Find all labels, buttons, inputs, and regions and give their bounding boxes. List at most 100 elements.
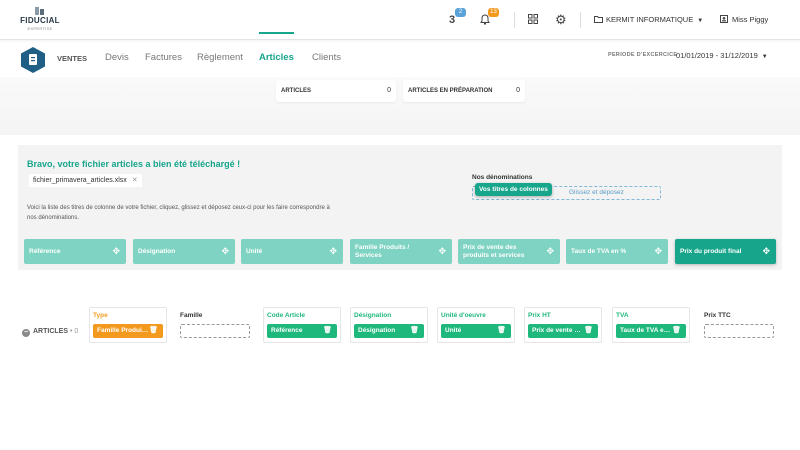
file-column-card[interactable]: Taux de TVA en % ✥ [566,239,668,264]
summary-band [0,77,800,135]
remove-file-icon[interactable]: ✕ [132,177,138,184]
mapping-column-title: Désignation [354,312,392,319]
fiducial-logo[interactable]: FIDUCIAL EXPERTISE [18,7,62,31]
gear-icon[interactable]: ⚙ [555,12,567,28]
row-count: • 0 [69,328,79,335]
row-label-text: ARTICLES [33,328,68,335]
folder-icon [594,16,603,23]
counter-label: ARTICLES EN PRÉPARATION [408,88,493,94]
upload-help-text: Voici la liste des titres de colonne de … [27,205,330,221]
file-column-card[interactable]: Désignation ✥ [133,239,235,264]
mapped-chip[interactable]: Taux de TVA en % 🗑 [616,324,686,338]
file-column-label: Désignation [138,247,176,255]
company-selector[interactable]: KERMIT INFORMATIQUE ▼ [594,15,703,24]
counter-value: 0 [516,87,520,94]
user-icon [720,15,728,23]
articles-in-prep-counter: ARTICLES EN PRÉPARATION 0 [403,80,525,102]
tab-devis[interactable]: Devis [105,52,129,63]
mapped-chip-label: Prix de vente des produits et services [532,327,584,334]
move-icon: ✥ [654,246,662,256]
mapping-column-title: Prix TTC [704,312,731,319]
trash-icon[interactable]: 🗑 [149,324,158,338]
file-column-card[interactable]: Famille Produits / Services ✥ [350,239,452,264]
mapped-chip-label: Unité [445,327,462,334]
trash-icon[interactable]: 🗑 [672,324,681,338]
brand-sub: EXPERTISE [27,26,53,31]
file-column-label: Prix du produit final [680,247,742,255]
mapping-column-code-article: Code Article Référence 🗑 [263,307,341,343]
file-column-card[interactable]: Prix du produit final ✥ [675,239,776,264]
tab-articles[interactable]: Articles [259,52,294,63]
file-column-card[interactable]: Référence ✥ [24,239,126,264]
mapping-column-title: Code Article [267,312,306,319]
period-selector[interactable]: 01/01/2019 - 31/12/2019 ▼ [676,51,768,60]
mapped-chip-label: Famille Produits / Services [97,327,149,334]
trash-icon[interactable]: 🗑 [323,324,332,338]
bulk-icon[interactable]: 3 [449,14,455,26]
mapped-chip[interactable]: Unité 🗑 [441,324,511,338]
mapped-chip[interactable]: Référence 🗑 [267,324,337,338]
mapping-column-designation: Désignation Désignation 🗑 [350,307,428,343]
tab-clients[interactable]: Clients [312,52,341,63]
mapped-chip[interactable]: Prix de vente des produits et services🗑 [528,324,598,338]
uploaded-file-name: fichier_primavera_articles.xlsx [33,177,127,184]
move-icon: ✥ [546,246,554,256]
move-icon: ✥ [221,246,229,256]
move-icon: ✥ [329,246,337,256]
tab-reglement[interactable]: Règlement [197,52,243,63]
file-column-label: Référence [29,247,61,255]
empty-drop-slot[interactable] [704,324,774,338]
trash-icon[interactable]: 🗑 [410,324,419,338]
empty-drop-slot[interactable] [180,324,250,338]
trash-icon[interactable]: 🗑 [497,324,506,338]
mapping-column-prix-ht: Prix HT Prix de vente des produits et se… [524,307,602,343]
mapping-column-title: Type [93,312,108,319]
mapped-chip-label: Désignation [358,327,396,334]
mapping-column-unite: Unité d'oeuvre Unité 🗑 [437,307,515,343]
user-menu[interactable]: Miss Piggy [720,15,768,24]
file-column-label: Taux de TVA en % [571,247,627,255]
move-icon: ✥ [112,246,120,256]
move-icon: ✥ [438,246,446,256]
file-column-card[interactable]: Unité ✥ [241,239,343,264]
chevron-down-icon: ▼ [761,54,768,60]
upload-success-message: Bravo, votre fichier articles a bien été… [27,159,241,169]
tab-factures[interactable]: Factures [145,52,182,63]
counter-value: 0 [387,87,391,94]
brand-name: FIDUCIAL [20,16,60,25]
chevron-down-icon: ▼ [697,18,704,24]
file-column-label: Unité [246,247,263,255]
denominations-title: Nos dénominations [472,174,533,181]
period-value: 01/01/2019 - 31/12/2019 [676,51,758,60]
mapped-chip[interactable]: Désignation 🗑 [354,324,424,338]
counter-label: ARTICLES [281,88,311,94]
mapping-column-famille: Famille [176,307,254,343]
module-name: VENTES [57,54,88,63]
mapping-column-title: Famille [180,312,203,319]
ventes-module-icon[interactable] [20,46,46,74]
apps-grid-icon[interactable] [528,14,538,27]
trash-icon[interactable]: 🗑 [584,324,593,338]
mapping-column-prix-ttc: Prix TTC [700,307,778,343]
collapse-icon[interactable]: − [22,329,30,337]
dragging-column-chip[interactable]: Vos titres de colonnes [475,183,552,196]
articles-counter: ARTICLES 0 [276,80,396,102]
active-tab-indicator [259,32,294,34]
file-column-card[interactable]: Prix de vente des produits et services ✥ [458,239,560,264]
bell-badge: 13 [488,8,499,17]
user-name: Miss Piggy [732,15,769,24]
move-icon: ✥ [762,246,770,256]
articles-row-label[interactable]: − ARTICLES • 0 [22,328,78,337]
uploaded-file-chip: fichier_primavera_articles.xlsx ✕ [29,174,142,187]
mapped-chip[interactable]: Famille Produits / Services🗑 [93,324,163,338]
mapping-column-title: TVA [616,312,629,319]
file-column-label: Prix de vente des produits et services [463,243,525,259]
mapping-column-tva: TVA Taux de TVA en % 🗑 [612,307,690,343]
file-column-label: Famille Produits / Services [355,243,410,259]
company-name: KERMIT INFORMATIQUE [606,15,694,24]
mapped-chip-label: Taux de TVA en % [620,327,672,334]
fiducial-logo-mark-icon [35,7,44,15]
divider [580,12,581,28]
mapping-column-title: Prix HT [528,312,551,319]
top-bar: FIDUCIAL EXPERTISE 3 2 13 ⚙ KERMIT INFOR… [0,0,800,40]
